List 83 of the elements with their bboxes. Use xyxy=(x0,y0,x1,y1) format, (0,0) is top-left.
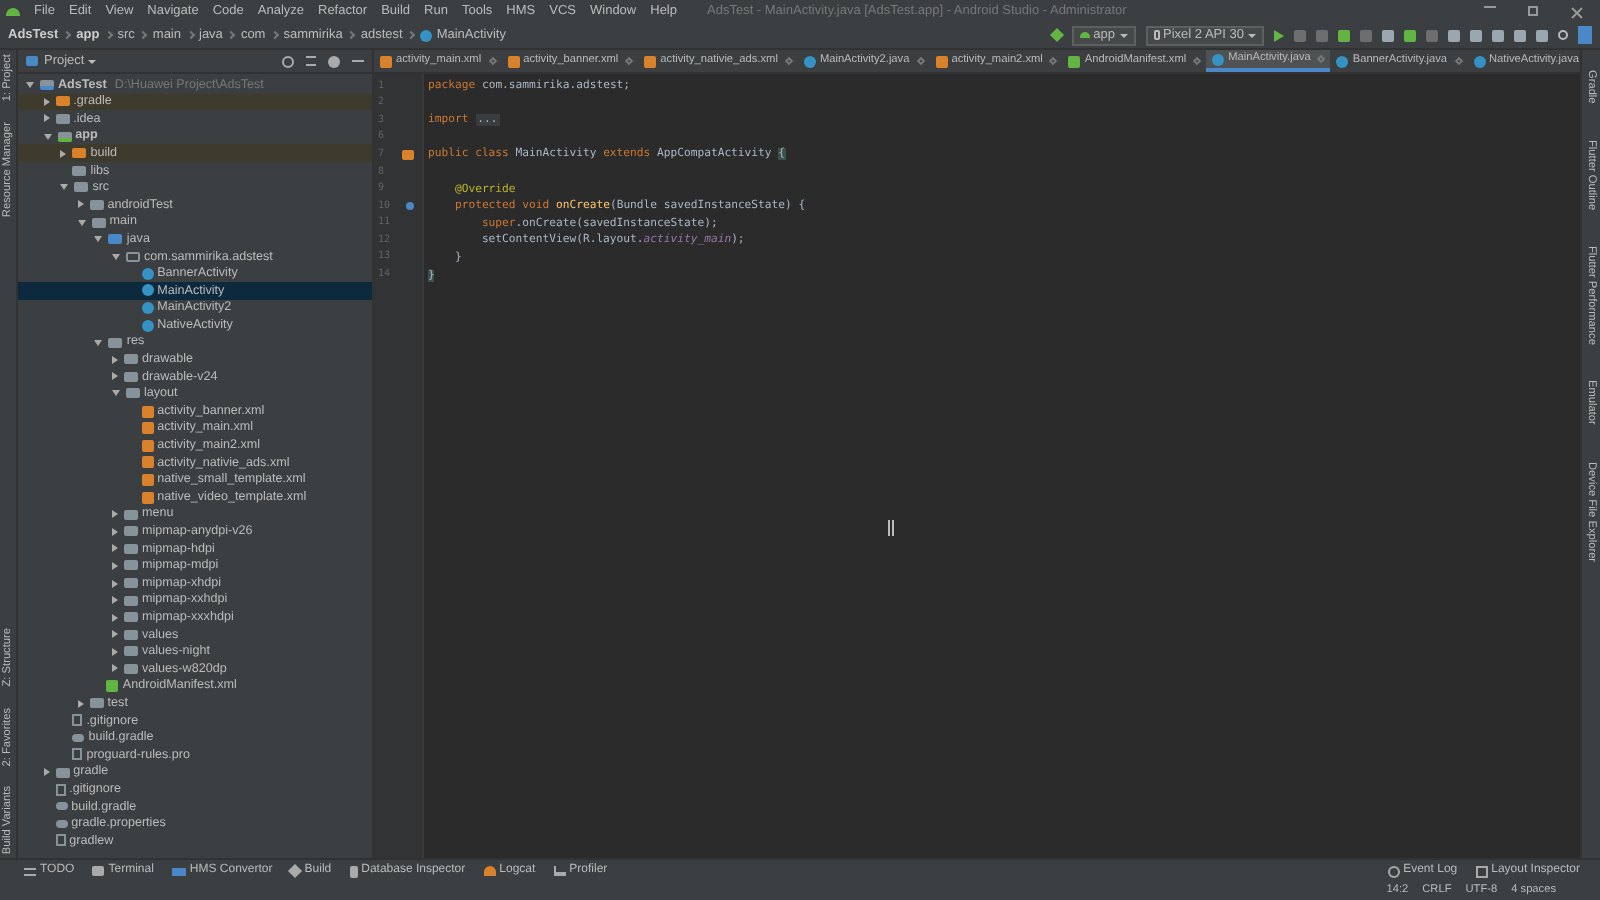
text-cursor-icon xyxy=(888,520,894,536)
minimize-icon[interactable] xyxy=(1484,5,1496,7)
collapsed-arrow-icon[interactable] xyxy=(112,510,118,519)
close-icon[interactable] xyxy=(1453,56,1463,66)
expanded-arrow-icon[interactable] xyxy=(112,390,120,397)
class-icon xyxy=(420,29,433,41)
module-folder-icon xyxy=(57,131,72,142)
expanded-arrow-icon[interactable] xyxy=(94,236,103,243)
phone-icon xyxy=(1153,30,1160,40)
collapsed-arrow-icon[interactable] xyxy=(112,579,118,588)
project-folder-icon xyxy=(40,79,54,90)
locate-icon[interactable] xyxy=(282,55,294,67)
xml-file-icon xyxy=(507,55,520,67)
collapsed-arrow-icon[interactable] xyxy=(112,527,118,536)
collapsed-arrow-icon[interactable] xyxy=(112,630,118,639)
search-icon[interactable] xyxy=(1558,30,1568,40)
layout-marker-icon[interactable] xyxy=(402,150,414,161)
collapsed-arrow-icon[interactable] xyxy=(112,372,118,381)
close-icon[interactable] xyxy=(1570,5,1582,17)
package-icon xyxy=(126,251,140,262)
collapsed-arrow-icon[interactable] xyxy=(112,596,118,605)
chevron-icon xyxy=(270,30,279,40)
chevron-icon xyxy=(407,30,416,40)
chart-icon xyxy=(553,866,566,876)
class-icon xyxy=(1336,55,1349,67)
chevron-icon xyxy=(139,30,149,40)
close-icon[interactable] xyxy=(625,56,634,66)
collapsed-arrow-icon[interactable] xyxy=(112,355,118,364)
caret-icon xyxy=(1248,33,1256,37)
file-icon xyxy=(55,783,66,796)
manifest-file-icon xyxy=(106,680,119,693)
chevron-icon xyxy=(63,30,72,40)
collapsed-arrow-icon[interactable] xyxy=(112,561,118,570)
xml-file-icon xyxy=(380,55,392,67)
folder-icon xyxy=(55,767,70,778)
close-icon[interactable] xyxy=(1193,56,1202,66)
collapsed-arrow-icon[interactable] xyxy=(43,768,50,777)
database-icon xyxy=(349,865,358,877)
collapsed-arrow-icon[interactable] xyxy=(112,647,118,656)
collapsed-arrow-icon[interactable] xyxy=(43,114,50,123)
close-icon[interactable] xyxy=(916,56,925,66)
xml-file-icon xyxy=(644,55,657,67)
file-icon xyxy=(72,714,83,727)
expanded-arrow-icon[interactable] xyxy=(60,184,69,191)
chevron-icon xyxy=(185,30,195,40)
class-icon xyxy=(803,55,816,67)
restore-icon[interactable] xyxy=(1528,5,1538,15)
chevron-icon xyxy=(347,30,356,40)
class-icon xyxy=(1212,53,1225,65)
collapsed-arrow-icon[interactable] xyxy=(112,664,118,673)
collapsed-arrow-icon[interactable] xyxy=(43,97,50,106)
file-icon xyxy=(55,834,66,847)
expanded-arrow-icon[interactable] xyxy=(112,253,120,260)
chevron-icon xyxy=(104,30,113,40)
collapsed-arrow-icon[interactable] xyxy=(77,200,84,209)
chevron-icon xyxy=(227,30,237,40)
gradle-file-icon xyxy=(72,733,85,742)
terminal-icon xyxy=(92,866,105,876)
android-icon xyxy=(483,866,496,876)
android-logo-icon xyxy=(6,7,20,15)
caret-icon xyxy=(1119,33,1128,37)
convert-icon xyxy=(171,867,186,875)
expanded-arrow-icon[interactable] xyxy=(77,219,86,226)
collapsed-arrow-icon[interactable] xyxy=(77,699,84,708)
expanded-arrow-icon[interactable] xyxy=(94,339,103,346)
project-view-icon xyxy=(26,56,38,66)
collapsed-arrow-icon[interactable] xyxy=(112,613,118,622)
override-marker-icon[interactable] xyxy=(406,202,414,211)
android-icon xyxy=(1079,32,1090,38)
collapsed-arrow-icon[interactable] xyxy=(60,149,67,158)
manifest-file-icon xyxy=(1068,55,1081,67)
folder-icon xyxy=(89,698,104,709)
close-icon[interactable] xyxy=(784,56,794,66)
expanded-arrow-icon[interactable] xyxy=(26,81,34,88)
xml-file-icon xyxy=(935,55,948,67)
collapse-all-icon[interactable] xyxy=(306,56,316,66)
close-icon[interactable] xyxy=(1049,56,1059,66)
list-icon xyxy=(24,867,36,875)
close-icon[interactable] xyxy=(487,56,497,66)
caret-icon xyxy=(88,59,97,63)
class-icon xyxy=(1473,55,1486,67)
file-icon xyxy=(72,748,83,761)
collapsed-arrow-icon[interactable] xyxy=(112,544,118,553)
